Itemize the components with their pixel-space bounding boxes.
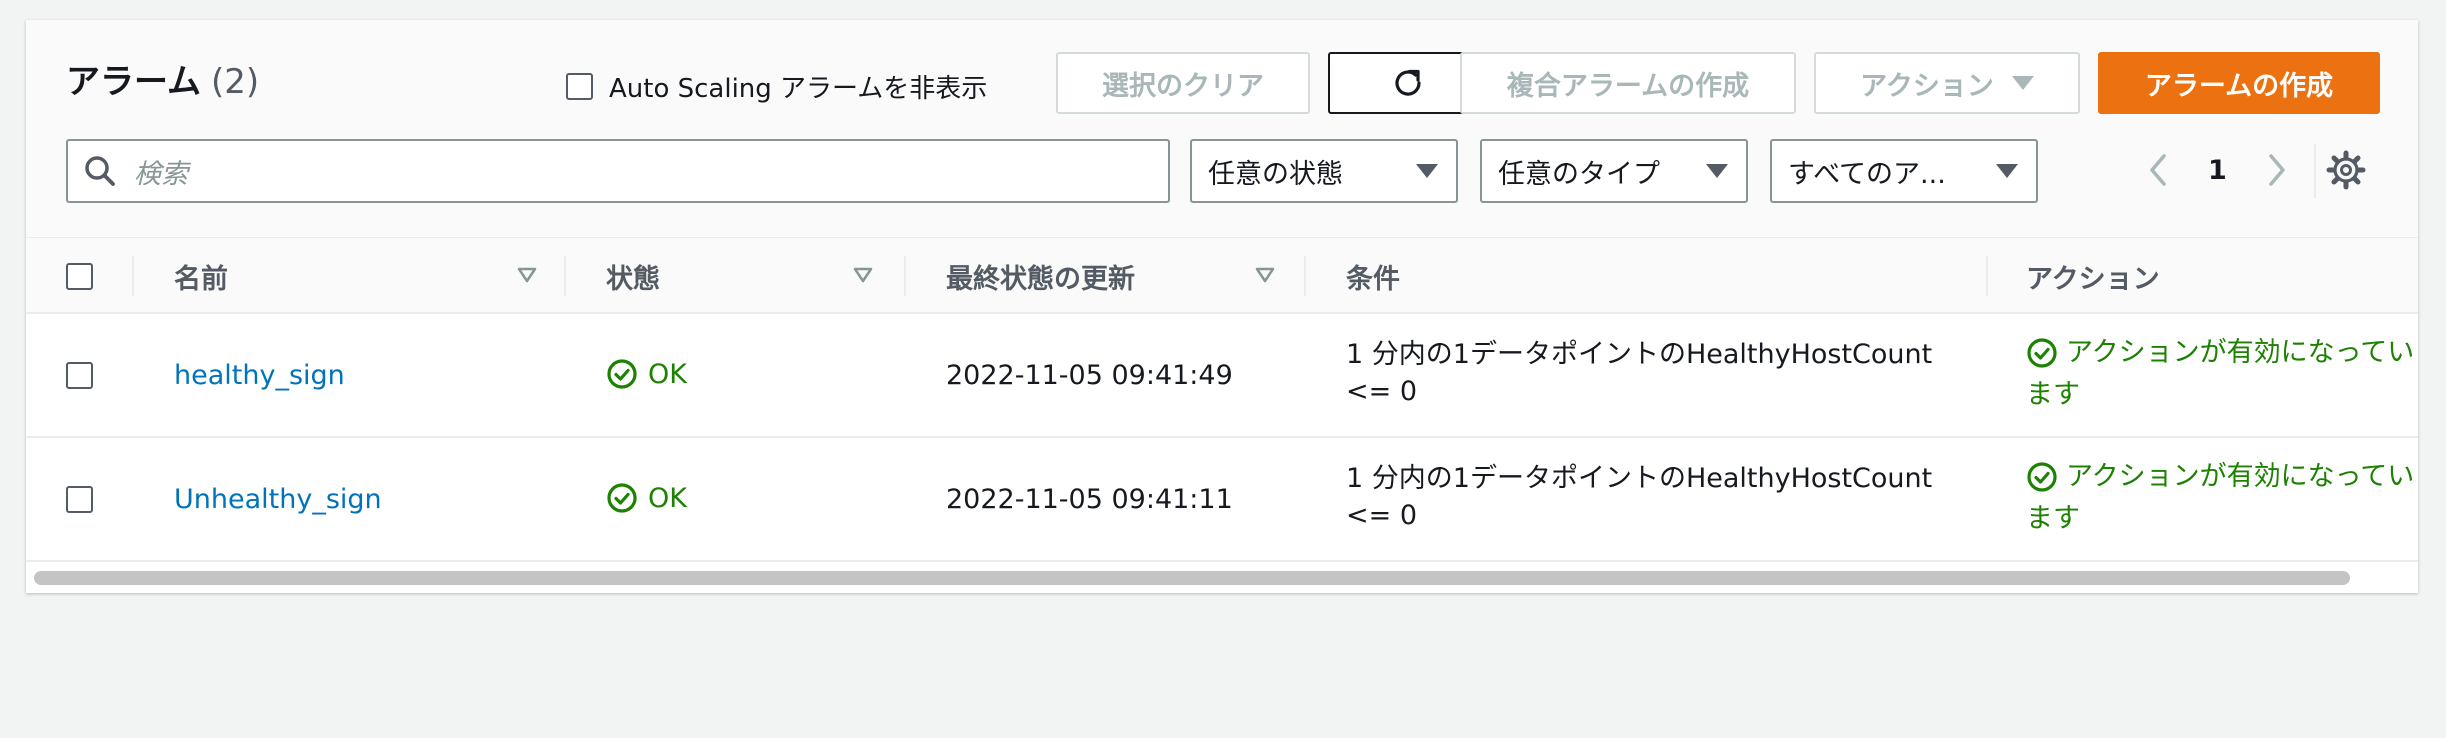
hide-autoscaling-toggle[interactable]: Auto Scaling アラームを非表示 (566, 68, 987, 105)
check-circle-icon (607, 483, 637, 513)
check-circle-icon (2027, 462, 2057, 492)
gear-icon[interactable] (2326, 150, 2366, 190)
column-divider (1304, 256, 1306, 296)
column-divider (132, 256, 134, 296)
actions-status: アクションが有効になってい ます (2026, 456, 2414, 540)
alarms-panel: アラーム (2) Auto Scaling アラームを非表示 選択のクリア 複合… (26, 20, 2418, 593)
check-circle-icon (607, 359, 637, 389)
table-row[interactable]: healthy_sign OK 2022-11-05 09:41:49 1 分内… (26, 314, 2418, 438)
clear-selection-button[interactable]: 選択のクリア (1056, 52, 1310, 114)
table-header: 名前 状態 最終状態の更新 条件 アクション (26, 238, 2418, 314)
search-input[interactable]: 検索 (134, 152, 188, 191)
title-text: アラーム (66, 62, 201, 102)
last-update-time: 2022-11-05 09:41:49 (946, 360, 1233, 391)
chevron-right-icon[interactable] (2265, 150, 2289, 190)
caret-down-icon (1416, 164, 1438, 178)
sort-icon[interactable] (516, 264, 538, 286)
pager-divider (2314, 144, 2316, 198)
alarm-name-link[interactable]: Unhealthy_sign (174, 484, 382, 515)
last-update-time: 2022-11-05 09:41:11 (946, 484, 1233, 515)
actions-status-text-cont: ます (2026, 379, 2080, 410)
panel-header: アラーム (2) Auto Scaling アラームを非表示 選択のクリア 複合… (26, 20, 2418, 238)
caret-down-icon (1706, 164, 1728, 178)
create-alarm-button[interactable]: アラームの作成 (2098, 52, 2380, 114)
condition-text: 1 分内の1データポイントのHealthyHostCount <= 0 (1346, 336, 1932, 410)
table-row[interactable]: Unhealthy_sign OK 2022-11-05 09:41:11 1 … (26, 438, 2418, 562)
condition-line: <= 0 (1346, 500, 1418, 531)
state-filter-value: 任意の状態 (1208, 158, 1343, 190)
search-icon (85, 156, 115, 186)
page-title: アラーム (2) (66, 54, 259, 103)
type-filter-select[interactable]: 任意のタイプ (1480, 139, 1748, 203)
condition-line: <= 0 (1346, 376, 1418, 407)
column-header-actions[interactable]: アクション (2026, 238, 2160, 314)
actions-status-text-cont: ます (2026, 503, 2080, 534)
alarm-count: (2) (210, 62, 260, 102)
current-page[interactable]: 1 (2208, 155, 2227, 186)
actions-status-text: アクションが有効になってい (2066, 461, 2415, 492)
condition-line: 1 分内の1データポイントのHealthyHostCount (1346, 339, 1933, 370)
actions-status-line: アクションが有効になってい (2026, 332, 2414, 374)
sort-icon[interactable] (1254, 264, 1276, 286)
column-header-state[interactable]: 状態 (606, 238, 660, 314)
row-checkbox[interactable] (66, 362, 93, 389)
column-header-condition[interactable]: 条件 (1346, 238, 1400, 314)
horizontal-scrollbar[interactable] (34, 571, 2350, 585)
actions-label: アクション (1860, 70, 1994, 102)
create-composite-alarm-button[interactable]: 複合アラームの作成 (1460, 52, 1796, 114)
hide-autoscaling-checkbox[interactable] (566, 73, 593, 100)
search-field[interactable]: 検索 (66, 139, 1170, 203)
condition-line: 1 分内の1データポイントのHealthyHostCount (1346, 463, 1933, 494)
alarm-name-link[interactable]: healthy_sign (174, 360, 345, 391)
row-checkbox[interactable] (66, 486, 93, 513)
column-divider (564, 256, 566, 296)
type-filter-value: 任意のタイプ (1498, 158, 1660, 190)
select-all-checkbox-cell[interactable] (66, 238, 93, 314)
actions-status: アクションが有効になってい ます (2026, 332, 2414, 416)
pagination: 1 (2146, 150, 2289, 190)
select-all-checkbox[interactable] (66, 262, 93, 290)
state-filter-select[interactable]: 任意の状態 (1190, 139, 1458, 203)
actions-dropdown-button[interactable]: アクション (1814, 52, 2080, 114)
actions-status-line: アクションが有効になってい (2026, 456, 2414, 498)
state-text: OK (648, 358, 687, 390)
actions-filter-select[interactable]: すべてのア... (1770, 139, 2038, 203)
state-badge: OK (606, 482, 687, 514)
check-circle-icon (2027, 338, 2057, 368)
chevron-left-icon[interactable] (2146, 150, 2170, 190)
caret-down-icon (1996, 164, 2018, 178)
hide-autoscaling-label: Auto Scaling アラームを非表示 (609, 74, 988, 104)
caret-down-icon (2011, 76, 2034, 90)
column-header-last-update[interactable]: 最終状態の更新 (946, 238, 1135, 314)
sort-icon[interactable] (852, 264, 874, 286)
state-text: OK (648, 482, 687, 514)
actions-status-text: アクションが有効になってい (2066, 337, 2415, 368)
column-header-name[interactable]: 名前 (174, 238, 228, 314)
column-divider (904, 256, 906, 296)
condition-text: 1 分内の1データポイントのHealthyHostCount <= 0 (1346, 460, 1932, 534)
state-badge: OK (606, 358, 687, 390)
refresh-icon (1395, 69, 1421, 96)
column-divider (1986, 256, 1988, 296)
actions-filter-value: すべてのア... (1788, 158, 1946, 190)
